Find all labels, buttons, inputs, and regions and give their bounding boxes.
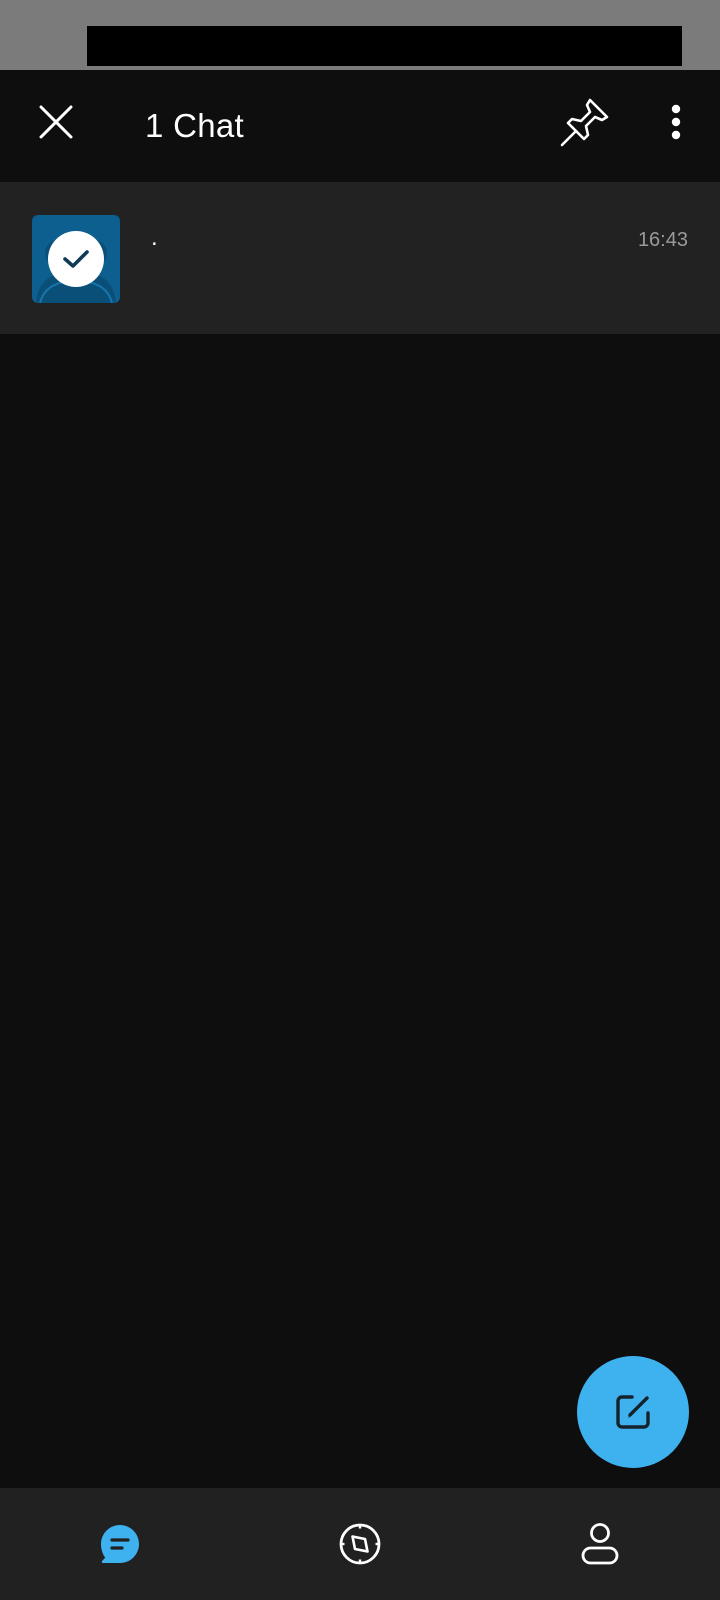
nav-profile-tab[interactable] xyxy=(480,1488,720,1600)
chat-name: . xyxy=(151,224,158,251)
screen: 1 Chat . 16:43 xyxy=(0,0,720,1600)
status-bar-redaction xyxy=(87,26,682,66)
nav-discover-tab[interactable] xyxy=(240,1488,480,1600)
compose-icon xyxy=(616,1395,650,1429)
new-chat-button[interactable] xyxy=(577,1356,689,1468)
status-bar xyxy=(0,0,720,70)
close-icon xyxy=(39,105,73,139)
person-icon xyxy=(581,1523,619,1565)
more-options-button[interactable] xyxy=(650,92,702,152)
selected-indicator xyxy=(48,231,104,287)
checkmark-icon xyxy=(63,250,89,268)
bottom-navigation xyxy=(0,1488,720,1600)
chat-timestamp: 16:43 xyxy=(637,229,688,251)
chat-list-item[interactable]: . 16:43 xyxy=(0,182,720,334)
pin-icon xyxy=(560,98,609,147)
avatar xyxy=(32,215,120,303)
more-vertical-icon xyxy=(671,104,681,140)
app-bar: 1 Chat xyxy=(0,70,720,182)
pin-button[interactable] xyxy=(553,90,617,154)
close-selection-button[interactable] xyxy=(26,92,86,152)
page-title: 1 Chat xyxy=(145,107,245,144)
compass-icon xyxy=(339,1523,381,1565)
chat-bubble-icon xyxy=(101,1525,139,1563)
nav-chats-tab[interactable] xyxy=(0,1488,240,1600)
